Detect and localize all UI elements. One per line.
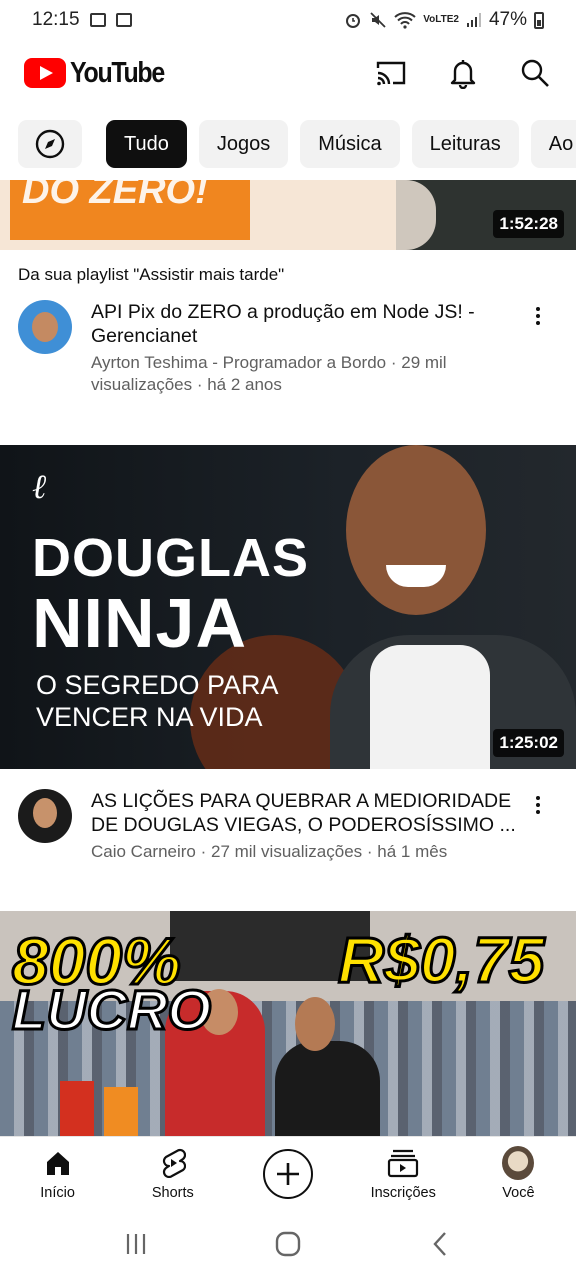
back-button[interactable]	[420, 1224, 460, 1264]
explore-chip[interactable]	[18, 120, 82, 168]
recent-apps-icon	[126, 1234, 146, 1254]
subscriptions-icon	[388, 1149, 419, 1178]
chip-jogos[interactable]: Jogos	[198, 120, 289, 168]
channel-avatar[interactable]	[18, 300, 72, 354]
more-options-button[interactable]	[526, 791, 550, 819]
signal-icon	[466, 13, 481, 27]
chip-musica[interactable]: Música	[300, 120, 400, 168]
video-card: DO ZERO! 1:52:28 Da sua playlist "Assist…	[0, 180, 576, 445]
nav-home[interactable]: Início	[0, 1137, 115, 1208]
home-button[interactable]	[268, 1224, 308, 1264]
search-icon	[521, 59, 549, 87]
channel-avatar[interactable]	[18, 789, 72, 843]
thumbnail-text: DO ZERO!	[22, 180, 208, 212]
chip-ao-vivo[interactable]: Ao vivo	[530, 120, 576, 168]
logo-text: YouTube	[70, 56, 165, 89]
video-meta: API Pix do ZERO a produção em Node JS! -…	[0, 288, 576, 396]
video-duration: 1:25:02	[493, 729, 564, 757]
recent-apps-button[interactable]	[116, 1224, 156, 1264]
volte-icon: VoLTE2	[423, 14, 459, 25]
system-navigation-bar	[0, 1208, 576, 1280]
video-duration: 1:52:28	[493, 210, 564, 238]
cast-button[interactable]	[372, 54, 410, 92]
status-bar: 12:15 VoLTE2 47%	[0, 0, 576, 40]
more-options-button[interactable]	[526, 302, 550, 330]
search-button[interactable]	[516, 54, 554, 92]
chip-leituras[interactable]: Leituras	[411, 120, 519, 168]
video-meta: AS LIÇÕES PARA QUEBRAR A MEDIORIDADE DE …	[0, 769, 576, 863]
youtube-play-icon	[24, 58, 66, 88]
video-card: AS LIÇÕES PARA QUEBRAR A MEDIORIDADE DE …	[0, 769, 576, 911]
notifications-button[interactable]	[444, 54, 482, 92]
create-icon	[277, 1163, 299, 1185]
category-chips: Tudo Jogos Música Leituras Ao vivo	[18, 120, 576, 168]
home-circle-icon	[275, 1231, 301, 1257]
nav-label: Você	[502, 1185, 535, 1201]
battery-percent: 47%	[488, 9, 527, 30]
nav-you[interactable]: Você	[461, 1137, 576, 1208]
shorts-icon	[162, 1148, 186, 1178]
video-title[interactable]: API Pix do ZERO a produção em Node JS! -…	[91, 300, 518, 348]
video-thumbnail[interactable]: 800% LUCRO R$0,75	[0, 911, 576, 1136]
nav-subscriptions[interactable]: Inscrições	[346, 1137, 461, 1208]
video-title[interactable]: AS LIÇÕES PARA QUEBRAR A MEDIORIDADE DE …	[91, 789, 518, 837]
nav-label: Início	[40, 1185, 75, 1201]
wifi-icon	[394, 12, 416, 29]
avatar	[502, 1146, 535, 1180]
bell-icon	[450, 60, 476, 89]
nav-shorts[interactable]: Shorts	[115, 1137, 230, 1208]
battery-icon	[534, 11, 544, 29]
mute-icon	[370, 12, 386, 28]
app-header: YouTube	[0, 46, 576, 100]
thumbnail-text: LUCRO	[10, 977, 212, 1043]
video-thumbnail[interactable]: DO ZERO! 1:52:28	[0, 180, 576, 250]
nav-label: Shorts	[151, 1185, 194, 1201]
thumbnail-text: NINJA	[32, 584, 248, 662]
cast-icon	[376, 61, 406, 86]
app-notification-icon	[115, 13, 132, 27]
bottom-navigation: Início Shorts Inscrições Você	[0, 1136, 576, 1208]
youtube-logo[interactable]: YouTube	[24, 57, 179, 90]
thumbnail-text: R$0,75	[336, 923, 545, 998]
thumbnail-text: O SEGREDO PARA VENCER NA VIDA	[36, 670, 279, 732]
chip-tudo[interactable]: Tudo	[106, 120, 187, 168]
back-icon	[433, 1232, 446, 1256]
nav-create[interactable]	[230, 1137, 345, 1208]
video-subtitle: Caio Carneiro · 27 mil visualizações · h…	[91, 842, 448, 861]
status-time: 12:15	[32, 9, 80, 30]
nav-label: Inscrições	[370, 1185, 436, 1201]
video-subtitle: Ayrton Teshima - Programador a Bordo · 2…	[91, 353, 447, 394]
playlist-note: Da sua playlist "Assistir mais tarde"	[18, 265, 285, 284]
video-thumbnail[interactable]: ℓ DOUGLAS NINJA O SEGREDO PARA VENCER NA…	[0, 445, 576, 769]
alarm-icon	[346, 14, 361, 28]
home-icon	[46, 1152, 69, 1175]
video-feed: DO ZERO! 1:52:28 Da sua playlist "Assist…	[0, 180, 576, 1136]
signature-logo: ℓ	[32, 467, 47, 507]
thumbnail-text: DOUGLAS	[32, 528, 309, 588]
gallery-notification-icon	[89, 13, 106, 27]
compass-icon	[35, 129, 65, 159]
